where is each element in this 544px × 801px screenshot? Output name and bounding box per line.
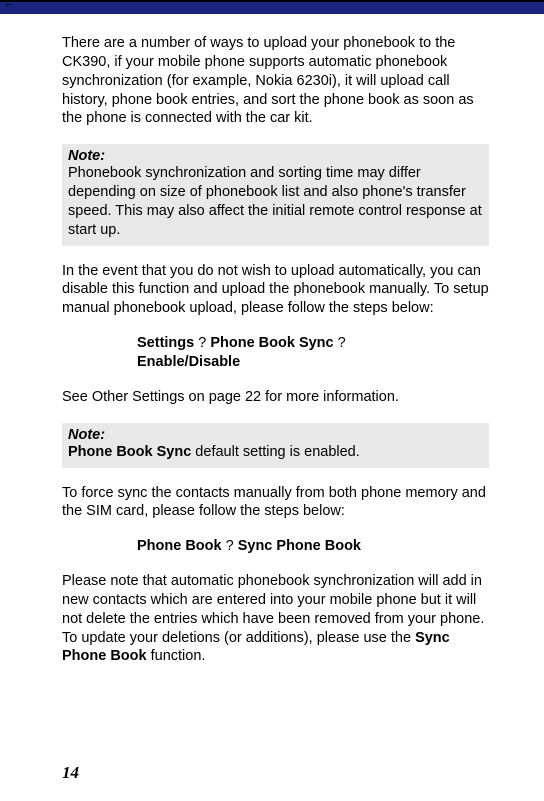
note-bold-text: Phone Book Sync xyxy=(68,444,191,460)
note-text-1: Phonebook synchronization and sorting ti… xyxy=(68,164,483,239)
crop-mark: ⌐ xyxy=(6,0,12,11)
page-content: There are a number of ways to upload you… xyxy=(0,14,544,666)
closing-suffix: function. xyxy=(147,648,206,664)
step-separator: ? xyxy=(222,538,238,554)
note-label-1: Note: xyxy=(68,148,483,164)
sync-steps: Phone Book ? Sync Phone Book xyxy=(137,537,489,556)
step-separator: ? xyxy=(194,335,210,351)
note-rest-text: default setting is enabled. xyxy=(191,444,359,460)
closing-paragraph: Please note that automatic phonebook syn… xyxy=(62,572,489,666)
page-number: 14 xyxy=(62,763,79,783)
step-phonebook-sync: Phone Book Sync xyxy=(210,335,333,351)
note-text-2: Phone Book Sync default setting is enabl… xyxy=(68,443,483,462)
see-other-paragraph: See Other Settings on page 22 for more i… xyxy=(62,388,489,407)
step-settings: Settings xyxy=(137,335,194,351)
header-bar xyxy=(0,0,544,14)
disable-auto-paragraph: In the event that you do not wish to upl… xyxy=(62,262,489,319)
settings-steps: Settings ? Phone Book Sync ? Enable/Disa… xyxy=(137,334,489,372)
note-label-2: Note: xyxy=(68,427,483,443)
note-box-2: Note: Phone Book Sync default setting is… xyxy=(62,423,489,468)
step-enable-disable: Enable/Disable xyxy=(137,354,240,370)
intro-paragraph: There are a number of ways to upload you… xyxy=(62,34,489,128)
step-phone-book: Phone Book xyxy=(137,538,222,554)
step-separator: ? xyxy=(334,335,346,351)
note-box-1: Note: Phonebook synchronization and sort… xyxy=(62,144,489,245)
step-sync-phone-book: Sync Phone Book xyxy=(238,538,361,554)
force-sync-paragraph: To force sync the contacts manually from… xyxy=(62,484,489,522)
